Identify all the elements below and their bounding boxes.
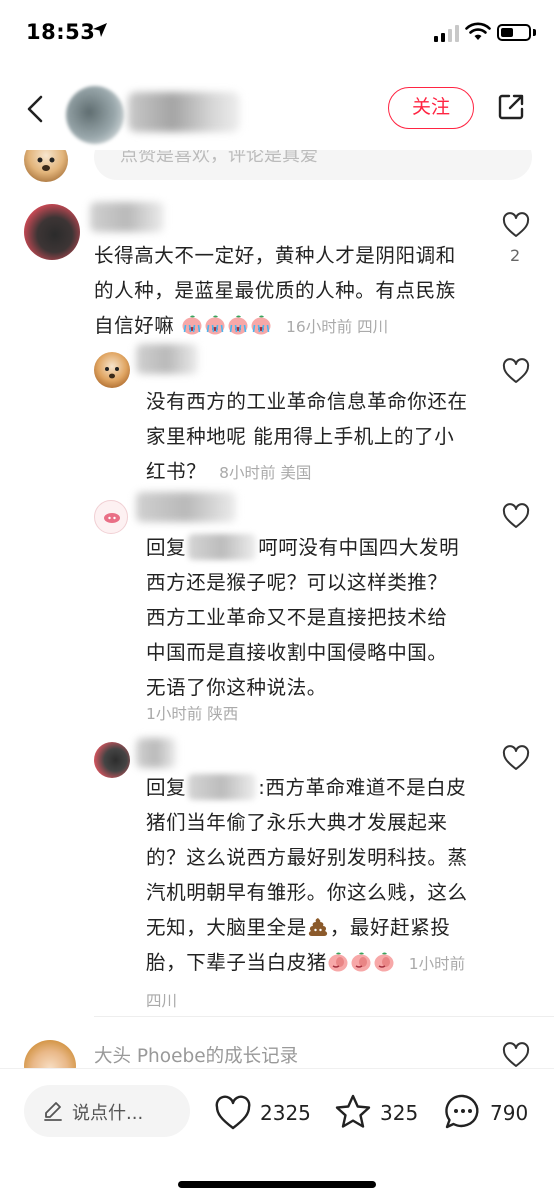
mention-redacted[interactable] (188, 534, 257, 560)
username[interactable]: 大头 Phoebe的成长记录 (94, 1042, 298, 1068)
collect-count: 325 (380, 1101, 419, 1125)
avatar[interactable] (94, 352, 130, 388)
comment-input[interactable]: 说点什... (24, 1085, 190, 1137)
comment-button[interactable]: 790 (444, 1093, 544, 1133)
comment-body: 长得高大不一定好，黄种人才是阴阳调和的人种，是蓝星最优质的人种。有点民族自信好嘛 (94, 244, 456, 337)
comment-text: 回复 呵呵没有中国四大发明西方还是猴子呢？可以这样类推？西方工业革命又不是直接把技… (146, 530, 466, 705)
heart-icon[interactable] (502, 503, 530, 529)
comment-input-placeholder: 说点什... (72, 1103, 144, 1124)
battery-cap (533, 29, 536, 36)
heart-icon[interactable] (502, 1042, 530, 1068)
crying-emoji-icon (182, 315, 202, 335)
status-time: 18:53 (26, 20, 96, 44)
comment-meta: 16小时前 四川 (286, 318, 389, 336)
facepalm-emoji-icon (374, 952, 394, 972)
collect-button[interactable]: 325 (334, 1093, 424, 1133)
star-icon (335, 1094, 371, 1128)
crying-emoji-icon (228, 315, 248, 335)
avatar[interactable] (24, 204, 80, 260)
author-avatar[interactable] (66, 86, 124, 144)
poop-emoji-icon (308, 918, 327, 936)
comment-count: 790 (490, 1101, 529, 1125)
location-arrow-icon (93, 23, 107, 37)
status-bar: 18:53 (0, 0, 554, 66)
crying-emoji-icon (205, 315, 225, 335)
comment-text: 长得高大不一定好，黄种人才是阴阳调和的人种，是蓝星最优质的人种。有点民族自信好嘛… (94, 238, 464, 345)
heart-icon[interactable] (502, 212, 530, 238)
nav-bar: 关注 (0, 66, 554, 150)
comment-body: :西方革命难道不是白皮猪们当年偷了永乐大典才发展起来的？这么说西方最好别发明科技… (146, 776, 468, 939)
crying-emoji-icon (251, 315, 271, 335)
back-arrow-icon[interactable] (24, 94, 46, 124)
avatar[interactable] (94, 500, 128, 534)
battery-icon (497, 24, 531, 41)
comment-divider (94, 1016, 554, 1017)
heart-icon (215, 1095, 251, 1130)
username-redacted[interactable] (136, 738, 176, 768)
pen-icon (44, 1102, 62, 1121)
like-count: 2325 (260, 1101, 311, 1125)
reply-prefix: 回复 (146, 536, 187, 559)
username-redacted[interactable] (136, 344, 198, 374)
cell-signal-icon (434, 24, 459, 42)
like-count: 2 (510, 246, 521, 265)
comment-body: 呵呵没有中国四大发明西方还是猴子呢？可以这样类推？西方工业革命又不是直接把技术给… (146, 536, 460, 699)
author-name-redacted[interactable] (128, 92, 240, 132)
comment-text: 没有西方的工业革命信息革命你还在家里种地呢 能用得上手机上的了小红书？ 8小时前… (146, 384, 468, 491)
facepalm-emoji-icon (351, 952, 371, 972)
avatar[interactable] (94, 742, 130, 778)
comment-meta: 1小时前 陕西 (146, 705, 239, 723)
username-redacted[interactable] (136, 492, 236, 522)
home-indicator[interactable] (178, 1181, 376, 1188)
like-button[interactable]: 2325 (214, 1093, 314, 1133)
comment-text: 回复:西方革命难道不是白皮猪们当年偷了永乐大典才发展起来的？这么说西方最好别发明… (146, 770, 472, 1019)
heart-icon[interactable] (502, 358, 530, 384)
username-redacted[interactable] (90, 202, 164, 232)
comment-bubble-icon (445, 1094, 479, 1129)
crying-emoji-group (181, 314, 273, 337)
comment-meta: 8小时前 美国 (219, 464, 312, 482)
heart-icon[interactable] (502, 745, 530, 771)
wifi-icon (465, 22, 491, 40)
facepalm-emoji-icon (328, 952, 348, 972)
follow-button[interactable]: 关注 (388, 87, 474, 129)
bottom-action-bar: 说点什... 2325 325 790 (0, 1068, 554, 1199)
reply-prefix: 回复 (146, 776, 187, 799)
mention-redacted[interactable] (188, 774, 257, 800)
share-icon[interactable] (496, 92, 526, 122)
facepalm-emoji-group (327, 951, 396, 974)
